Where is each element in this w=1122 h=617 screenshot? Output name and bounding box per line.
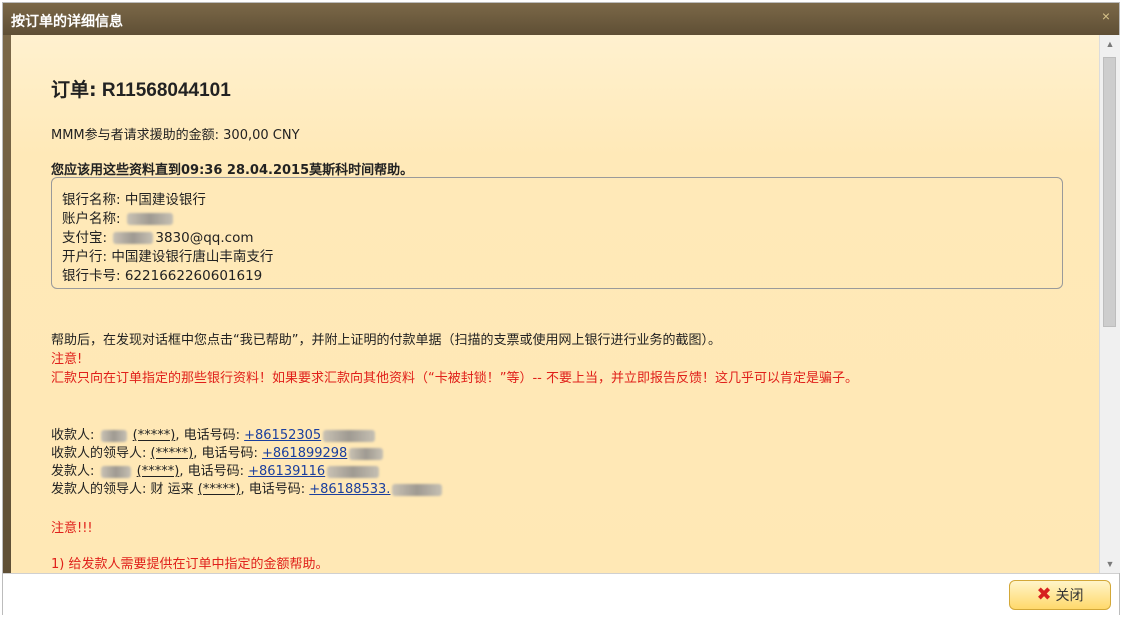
- dialog-content: 订单: R11568044101 MMM参与者请求援助的金额: 300,00 C…: [11, 35, 1099, 573]
- contact-row: 收款人: (*****), 电话号码: +86152305: [51, 424, 377, 443]
- redacted-name: [100, 429, 127, 442]
- scroll-up-icon[interactable]: ▲: [1100, 35, 1120, 53]
- account-name-label: 账户名称:: [62, 211, 121, 227]
- redacted-phone: [327, 465, 380, 478]
- order-details-dialog: 按订单的详细信息 × 订单: R11568044101 MMM参与者请求援助的金…: [2, 2, 1120, 617]
- account-name: 账户名称:: [62, 207, 175, 227]
- phone-label: , 电话号码:: [193, 446, 258, 461]
- redacted-name: [100, 465, 131, 478]
- order-number: R11568044101: [101, 80, 231, 101]
- bank-info-box: 银行名称: 中国建设银行 账户名称: 支付宝: 3830@qq.com 开户行:…: [51, 177, 1063, 289]
- after-help-text: 帮助后，在发现对话框中您点击“我已帮助”，并附上证明的付款单据（扫描的支票或使用…: [51, 333, 721, 348]
- dialog-titlebar: 按订单的详细信息 ×: [3, 3, 1119, 35]
- notice-heading: 注意!!!: [51, 521, 93, 536]
- dialog-title: 按订单的详细信息: [11, 14, 123, 30]
- notice-item-1: 1) 给发款人需要提供在订单中指定的金额帮助。: [51, 557, 329, 572]
- phone-link[interactable]: +861899298: [262, 446, 347, 461]
- masked-name: (*****): [136, 464, 180, 479]
- masked-name: (*****): [197, 482, 241, 497]
- phone-label: , 电话号码:: [240, 482, 306, 497]
- alipay: 支付宝: 3830@qq.com: [62, 226, 253, 246]
- redacted-phone: [323, 429, 376, 442]
- contact-row: 发款人的领导人: 财 运来 (*****), 电话号码: +86188533.: [51, 478, 444, 497]
- redacted-account-name: [126, 213, 173, 225]
- order-title: 订单: R11568044101: [51, 75, 231, 102]
- contact-label: 发款人的领导人: 财 运来: [51, 482, 194, 497]
- vertical-scrollbar[interactable]: ▲ ▼: [1099, 35, 1120, 573]
- phone-label: , 电话号码:: [179, 464, 244, 479]
- masked-name: (*****): [132, 428, 176, 443]
- dialog-footer: ✖ 关闭: [3, 573, 1119, 617]
- redacted-phone: [349, 447, 384, 460]
- alipay-label: 支付宝:: [62, 230, 108, 246]
- masked-name: (*****): [150, 446, 194, 461]
- amount-text: MMM参与者请求援助的金额: 300,00 CNY: [51, 128, 300, 143]
- scrollbar-thumb[interactable]: [1103, 57, 1116, 327]
- scroll-down-icon[interactable]: ▼: [1100, 555, 1120, 573]
- card-number: 银行卡号: 6221662260601619: [62, 268, 263, 284]
- close-icon[interactable]: ×: [1099, 9, 1113, 23]
- phone-link[interactable]: +86139116: [248, 464, 325, 479]
- contact-row: 收款人的领导人: (*****), 电话号码: +861899298: [51, 442, 385, 461]
- alipay-suffix: 3830@qq.com: [155, 230, 254, 246]
- redacted-alipay: [113, 232, 154, 244]
- contact-row: 发款人: (*****), 电话号码: +86139116: [51, 460, 381, 479]
- dialog-left-border: [3, 35, 11, 573]
- contact-label: 收款人:: [51, 428, 95, 443]
- phone-link[interactable]: +86152305: [244, 428, 321, 443]
- redacted-phone: [392, 483, 443, 496]
- contact-label: 收款人的领导人:: [51, 446, 147, 461]
- close-button[interactable]: ✖ 关闭: [1009, 580, 1111, 610]
- phone-link[interactable]: +86188533.: [309, 482, 390, 497]
- close-button-label: 关闭: [1055, 588, 1084, 604]
- close-x-icon: ✖: [1036, 584, 1052, 605]
- deadline-text: 您应该用这些资料直到09:36 28.04.2015莫斯科时间帮助。: [51, 163, 414, 178]
- attention-text: 注意!: [51, 352, 83, 367]
- branch: 开户行: 中国建设银行唐山丰南支行: [62, 249, 274, 265]
- contact-label: 发款人:: [51, 464, 95, 479]
- bank-name: 银行名称: 中国建设银行: [62, 192, 206, 208]
- order-label: 订单:: [51, 79, 97, 101]
- phone-label: , 电话号码:: [175, 428, 240, 443]
- warning-text: 汇款只向在订单指定的那些银行资料！如果要求汇款向其他资料（“卡被封锁！”等）--…: [51, 371, 858, 386]
